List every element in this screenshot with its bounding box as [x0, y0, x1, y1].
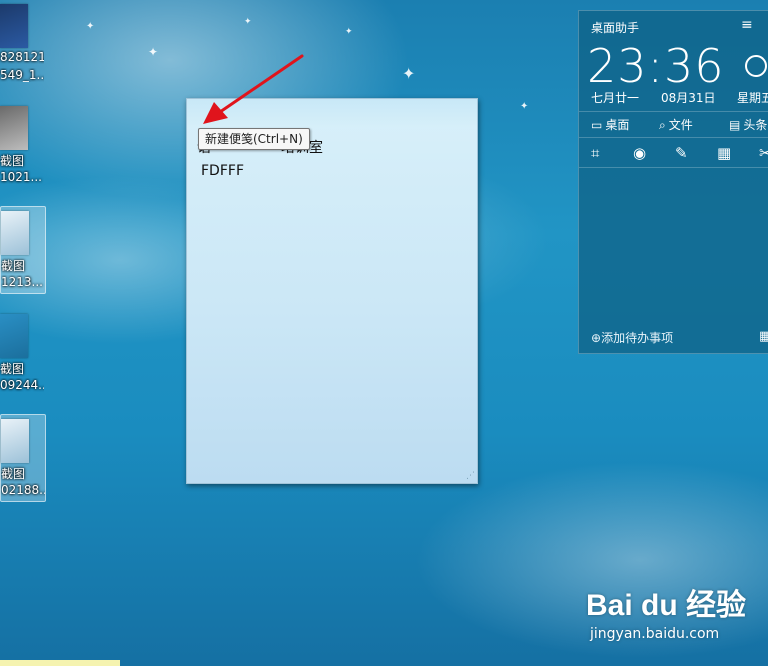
weekday: 星期五: [737, 91, 768, 105]
link-headlines[interactable]: ▤ 头条: [729, 116, 767, 133]
qr-code-icon[interactable]: ▦: [759, 329, 768, 344]
divider: [579, 167, 768, 168]
divider: [579, 137, 768, 138]
add-todo-button[interactable]: ⊕添加待办事项: [591, 329, 673, 346]
link-label: 头条: [743, 118, 768, 132]
link-label: 文件: [668, 118, 693, 132]
plus-circle-icon: ⊕: [591, 331, 602, 345]
crop-icon[interactable]: ⌗: [591, 145, 599, 161]
widget-title: 桌面助手: [591, 21, 640, 35]
watermark-url: jingyan.baidu.com: [590, 626, 720, 642]
menu-icon[interactable]: ≡: [741, 17, 753, 33]
search-icon: ⌕: [659, 118, 666, 132]
document-icon: ▤: [729, 118, 741, 132]
desktop[interactable]: ✦ ✦ ✦ ✦ ✦ ✦ 828121 549_1... 截图 1021... 截…: [0, 0, 768, 666]
link-desktop[interactable]: ▭ 桌面: [591, 116, 629, 133]
clock-time: 23:36: [587, 39, 725, 93]
add-todo-label: 添加待办事项: [601, 331, 674, 345]
eye-icon[interactable]: ◉: [633, 145, 646, 161]
weather-sun-icon[interactable]: [745, 55, 767, 77]
monitor-icon: ▭: [591, 118, 603, 132]
divider: [579, 111, 768, 112]
desktop-assistant-widget[interactable]: 桌面助手 ≡ 23:36 七月廿一 08月31日 星期五 ▭ 桌面 ⌕ 文件 ▤ 头条…: [578, 10, 768, 354]
link-label: 桌面: [605, 118, 630, 132]
link-files[interactable]: ⌕ 文件: [659, 116, 693, 133]
baidu-jingyan-watermark: Bai du 经验 jingyan.baidu.com: [586, 580, 747, 642]
note-icon[interactable]: ✎: [675, 145, 688, 161]
scissors-icon[interactable]: ✂: [759, 145, 768, 161]
taskbar-item-edge[interactable]: [0, 660, 120, 666]
lunar-date: 七月廿一: [591, 91, 640, 105]
baidu-logo: Bai du 经验: [586, 589, 747, 622]
date: 08月31日: [661, 91, 716, 105]
calculator-icon[interactable]: ▦: [717, 145, 731, 161]
